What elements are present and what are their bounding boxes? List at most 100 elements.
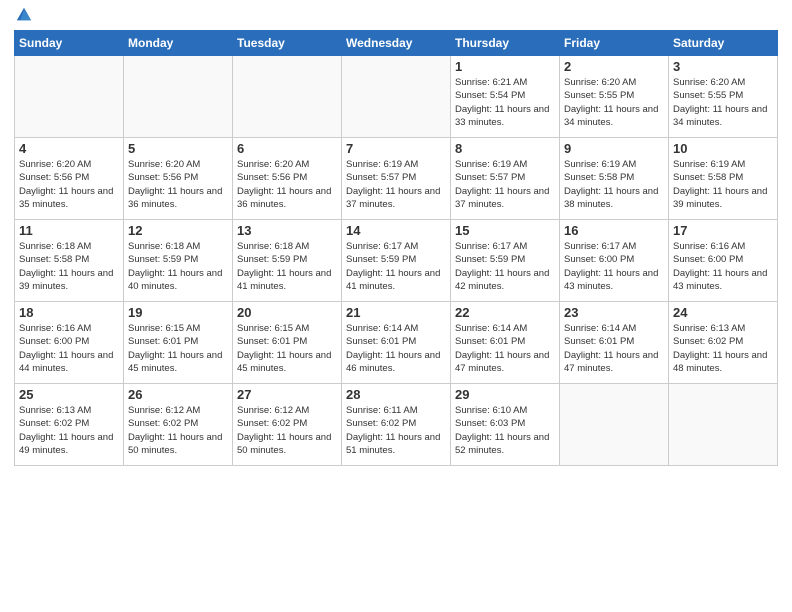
day-of-week-header: Sunday: [15, 31, 124, 56]
calendar-day-cell: [233, 56, 342, 138]
day-info: Sunrise: 6:18 AM Sunset: 5:59 PM Dayligh…: [128, 240, 228, 293]
day-info: Sunrise: 6:10 AM Sunset: 6:03 PM Dayligh…: [455, 404, 555, 457]
calendar-day-cell: 29 Sunrise: 6:10 AM Sunset: 6:03 PM Dayli…: [451, 384, 560, 466]
day-info: Sunrise: 6:18 AM Sunset: 5:58 PM Dayligh…: [19, 240, 119, 293]
day-info: Sunrise: 6:14 AM Sunset: 6:01 PM Dayligh…: [346, 322, 446, 375]
day-number: 3: [673, 59, 773, 74]
calendar-header-row: SundayMondayTuesdayWednesdayThursdayFrid…: [15, 31, 778, 56]
day-number: 10: [673, 141, 773, 156]
day-number: 9: [564, 141, 664, 156]
calendar-day-cell: 5 Sunrise: 6:20 AM Sunset: 5:56 PM Daylig…: [124, 138, 233, 220]
day-info: Sunrise: 6:14 AM Sunset: 6:01 PM Dayligh…: [564, 322, 664, 375]
header: [14, 10, 778, 24]
day-number: 6: [237, 141, 337, 156]
day-number: 13: [237, 223, 337, 238]
day-info: Sunrise: 6:19 AM Sunset: 5:58 PM Dayligh…: [673, 158, 773, 211]
day-info: Sunrise: 6:21 AM Sunset: 5:54 PM Dayligh…: [455, 76, 555, 129]
day-info: Sunrise: 6:17 AM Sunset: 5:59 PM Dayligh…: [455, 240, 555, 293]
calendar-week-row: 18 Sunrise: 6:16 AM Sunset: 6:00 PM Dayli…: [15, 302, 778, 384]
day-info: Sunrise: 6:19 AM Sunset: 5:57 PM Dayligh…: [346, 158, 446, 211]
day-info: Sunrise: 6:12 AM Sunset: 6:02 PM Dayligh…: [237, 404, 337, 457]
calendar-day-cell: 1 Sunrise: 6:21 AM Sunset: 5:54 PM Daylig…: [451, 56, 560, 138]
calendar-day-cell: 24 Sunrise: 6:13 AM Sunset: 6:02 PM Dayli…: [669, 302, 778, 384]
day-number: 7: [346, 141, 446, 156]
day-number: 15: [455, 223, 555, 238]
calendar-week-row: 4Sunrise: 6:20 AM Sunset: 5:56 PM Daylig…: [15, 138, 778, 220]
day-info: Sunrise: 6:16 AM Sunset: 6:00 PM Dayligh…: [19, 322, 119, 375]
calendar-day-cell: 7 Sunrise: 6:19 AM Sunset: 5:57 PM Daylig…: [342, 138, 451, 220]
day-info: Sunrise: 6:19 AM Sunset: 5:58 PM Dayligh…: [564, 158, 664, 211]
calendar-day-cell: 17 Sunrise: 6:16 AM Sunset: 6:00 PM Dayli…: [669, 220, 778, 302]
calendar-day-cell: 27 Sunrise: 6:12 AM Sunset: 6:02 PM Dayli…: [233, 384, 342, 466]
calendar-day-cell: 6 Sunrise: 6:20 AM Sunset: 5:56 PM Daylig…: [233, 138, 342, 220]
day-number: 20: [237, 305, 337, 320]
calendar-table: SundayMondayTuesdayWednesdayThursdayFrid…: [14, 30, 778, 466]
day-number: 11: [19, 223, 119, 238]
day-info: Sunrise: 6:20 AM Sunset: 5:56 PM Dayligh…: [237, 158, 337, 211]
calendar-day-cell: 10 Sunrise: 6:19 AM Sunset: 5:58 PM Dayli…: [669, 138, 778, 220]
day-info: Sunrise: 6:13 AM Sunset: 6:02 PM Dayligh…: [673, 322, 773, 375]
day-info: Sunrise: 6:17 AM Sunset: 6:00 PM Dayligh…: [564, 240, 664, 293]
calendar-day-cell: 11 Sunrise: 6:18 AM Sunset: 5:58 PM Dayli…: [15, 220, 124, 302]
day-number: 14: [346, 223, 446, 238]
day-info: Sunrise: 6:19 AM Sunset: 5:57 PM Dayligh…: [455, 158, 555, 211]
day-number: 1: [455, 59, 555, 74]
calendar-day-cell: 13 Sunrise: 6:18 AM Sunset: 5:59 PM Dayli…: [233, 220, 342, 302]
calendar-day-cell: 20Sunrise: 6:15 AM Sunset: 6:01 PM Dayli…: [233, 302, 342, 384]
day-number: 26: [128, 387, 228, 402]
day-number: 28: [346, 387, 446, 402]
day-number: 24: [673, 305, 773, 320]
day-number: 19: [128, 305, 228, 320]
day-of-week-header: Wednesday: [342, 31, 451, 56]
day-info: Sunrise: 6:20 AM Sunset: 5:56 PM Dayligh…: [128, 158, 228, 211]
day-number: 27: [237, 387, 337, 402]
calendar-day-cell: [669, 384, 778, 466]
calendar-day-cell: 15 Sunrise: 6:17 AM Sunset: 5:59 PM Dayli…: [451, 220, 560, 302]
day-info: Sunrise: 6:18 AM Sunset: 5:59 PM Dayligh…: [237, 240, 337, 293]
day-info: Sunrise: 6:11 AM Sunset: 6:02 PM Dayligh…: [346, 404, 446, 457]
calendar-day-cell: [15, 56, 124, 138]
calendar-day-cell: 28 Sunrise: 6:11 AM Sunset: 6:02 PM Dayli…: [342, 384, 451, 466]
day-number: 22: [455, 305, 555, 320]
page-container: SundayMondayTuesdayWednesdayThursdayFrid…: [0, 0, 792, 476]
day-of-week-header: Thursday: [451, 31, 560, 56]
calendar-day-cell: 25 Sunrise: 6:13 AM Sunset: 6:02 PM Dayli…: [15, 384, 124, 466]
day-of-week-header: Monday: [124, 31, 233, 56]
day-info: Sunrise: 6:20 AM Sunset: 5:55 PM Dayligh…: [564, 76, 664, 129]
day-info: Sunrise: 6:20 AM Sunset: 5:55 PM Dayligh…: [673, 76, 773, 129]
day-number: 17: [673, 223, 773, 238]
calendar-day-cell: 9 Sunrise: 6:19 AM Sunset: 5:58 PM Daylig…: [560, 138, 669, 220]
calendar-day-cell: 23 Sunrise: 6:14 AM Sunset: 6:01 PM Dayli…: [560, 302, 669, 384]
calendar-day-cell: 2 Sunrise: 6:20 AM Sunset: 5:55 PM Daylig…: [560, 56, 669, 138]
day-info: Sunrise: 6:12 AM Sunset: 6:02 PM Dayligh…: [128, 404, 228, 457]
day-info: Sunrise: 6:16 AM Sunset: 6:00 PM Dayligh…: [673, 240, 773, 293]
calendar-day-cell: 12 Sunrise: 6:18 AM Sunset: 5:59 PM Dayli…: [124, 220, 233, 302]
calendar-day-cell: 8Sunrise: 6:19 AM Sunset: 5:57 PM Daylig…: [451, 138, 560, 220]
calendar-day-cell: 4Sunrise: 6:20 AM Sunset: 5:56 PM Daylig…: [15, 138, 124, 220]
logo: [14, 14, 33, 24]
calendar-day-cell: 22 Sunrise: 6:14 AM Sunset: 6:01 PM Dayli…: [451, 302, 560, 384]
logo-icon: [15, 6, 33, 24]
day-number: 25: [19, 387, 119, 402]
calendar-day-cell: [342, 56, 451, 138]
day-number: 23: [564, 305, 664, 320]
day-info: Sunrise: 6:17 AM Sunset: 5:59 PM Dayligh…: [346, 240, 446, 293]
calendar-day-cell: [124, 56, 233, 138]
calendar-day-cell: 3 Sunrise: 6:20 AM Sunset: 5:55 PM Daylig…: [669, 56, 778, 138]
day-info: Sunrise: 6:15 AM Sunset: 6:01 PM Dayligh…: [128, 322, 228, 375]
calendar-week-row: 11 Sunrise: 6:18 AM Sunset: 5:58 PM Dayli…: [15, 220, 778, 302]
day-number: 29: [455, 387, 555, 402]
calendar-week-row: 25 Sunrise: 6:13 AM Sunset: 6:02 PM Dayli…: [15, 384, 778, 466]
day-of-week-header: Tuesday: [233, 31, 342, 56]
day-info: Sunrise: 6:20 AM Sunset: 5:56 PM Dayligh…: [19, 158, 119, 211]
calendar-day-cell: 16Sunrise: 6:17 AM Sunset: 6:00 PM Dayli…: [560, 220, 669, 302]
calendar-day-cell: 18 Sunrise: 6:16 AM Sunset: 6:00 PM Dayli…: [15, 302, 124, 384]
day-number: 2: [564, 59, 664, 74]
day-number: 12: [128, 223, 228, 238]
day-of-week-header: Friday: [560, 31, 669, 56]
day-info: Sunrise: 6:14 AM Sunset: 6:01 PM Dayligh…: [455, 322, 555, 375]
day-number: 18: [19, 305, 119, 320]
calendar-day-cell: 26 Sunrise: 6:12 AM Sunset: 6:02 PM Dayli…: [124, 384, 233, 466]
day-number: 5: [128, 141, 228, 156]
day-info: Sunrise: 6:13 AM Sunset: 6:02 PM Dayligh…: [19, 404, 119, 457]
